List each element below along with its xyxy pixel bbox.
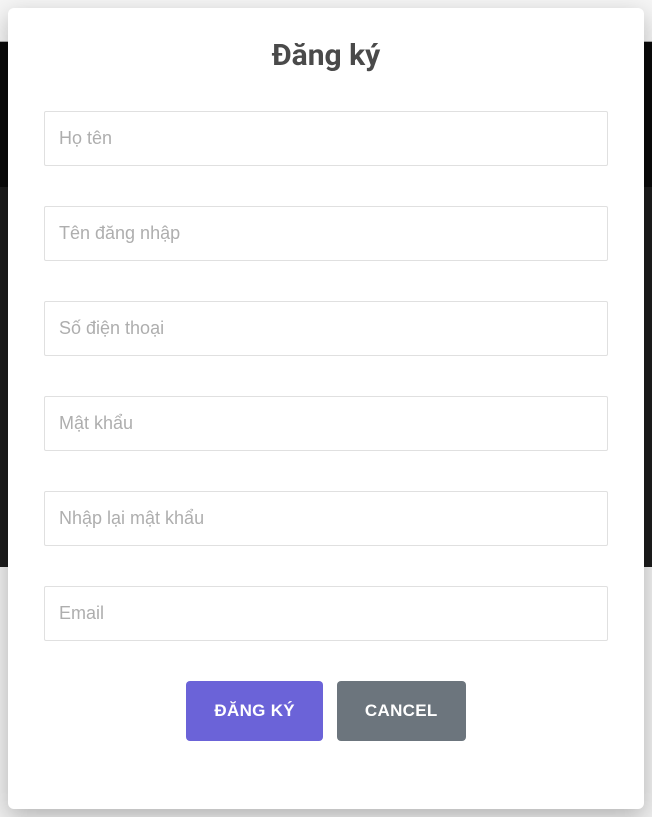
submit-button[interactable]: ĐĂNG KÝ xyxy=(186,681,323,741)
register-modal: Đăng ký ĐĂNG KÝ CANCEL xyxy=(8,8,644,809)
fullname-input[interactable] xyxy=(44,111,608,166)
form-group-password xyxy=(44,396,608,451)
cancel-button[interactable]: CANCEL xyxy=(337,681,466,741)
form-group-phone xyxy=(44,301,608,356)
form-group-username xyxy=(44,206,608,261)
form-group-password-confirm xyxy=(44,491,608,546)
phone-input[interactable] xyxy=(44,301,608,356)
email-input[interactable] xyxy=(44,586,608,641)
modal-title: Đăng ký xyxy=(44,38,608,73)
password-input[interactable] xyxy=(44,396,608,451)
form-group-fullname xyxy=(44,111,608,166)
modal-button-row: ĐĂNG KÝ CANCEL xyxy=(44,681,608,741)
form-group-email xyxy=(44,586,608,641)
password-confirm-input[interactable] xyxy=(44,491,608,546)
username-input[interactable] xyxy=(44,206,608,261)
